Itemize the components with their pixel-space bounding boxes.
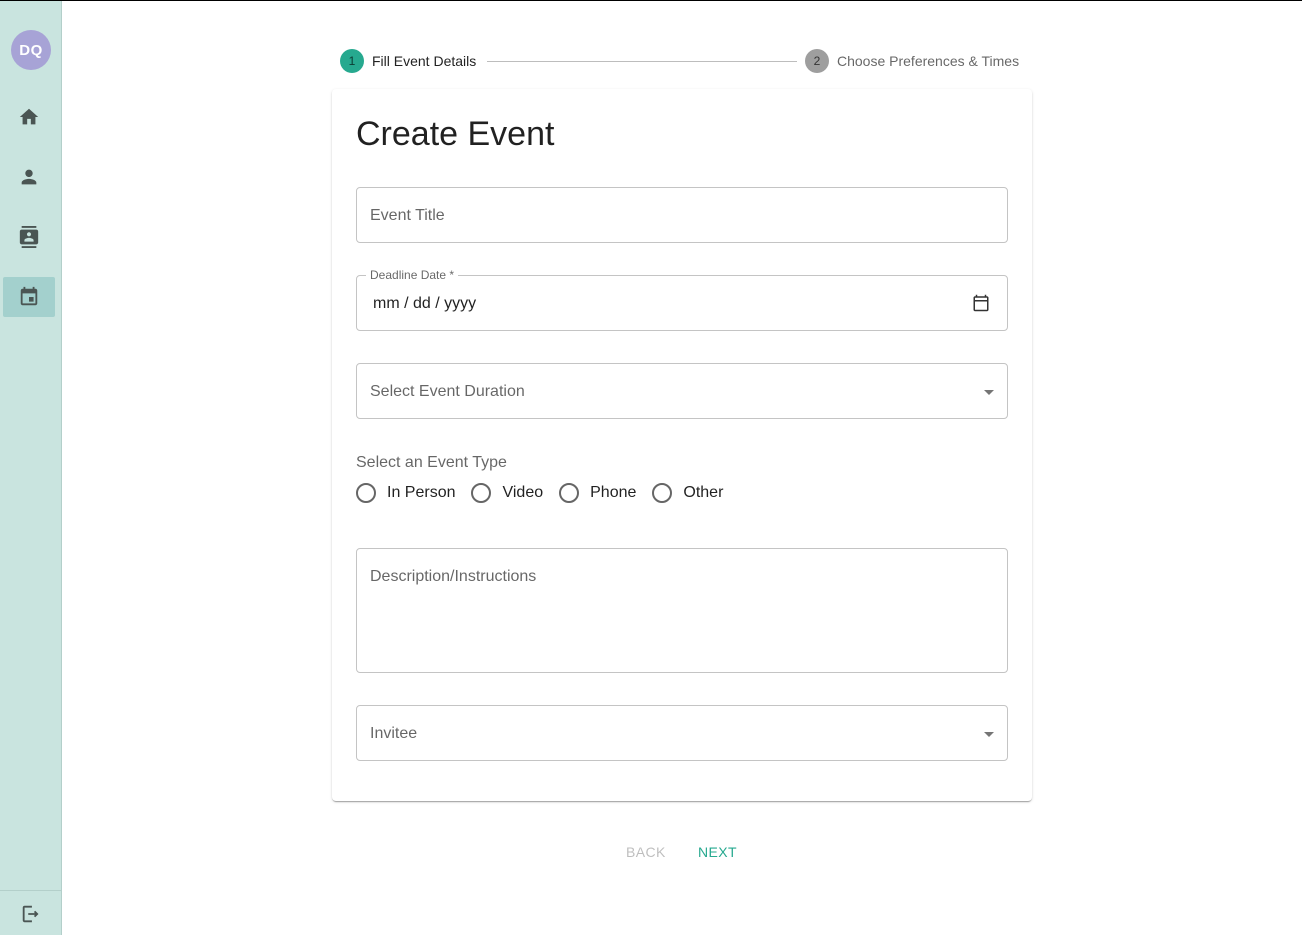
event-title-input[interactable]: Event Title [356, 187, 1008, 243]
invitee-placeholder: Invitee [370, 725, 418, 742]
deadline-date-value: mm / dd / yyyy [373, 295, 477, 312]
home-icon [19, 108, 39, 125]
chevron-down-icon [984, 390, 994, 395]
logout-button[interactable] [0, 890, 62, 935]
radio-label: Video [502, 484, 544, 501]
step-1: 1 Fill Event Details [340, 49, 476, 73]
person-icon [21, 169, 37, 185]
radio-phone[interactable]: Phone [559, 483, 636, 503]
calendar-icon[interactable] [972, 294, 990, 312]
contacts-icon [19, 226, 39, 248]
sidebar-item-profile[interactable] [3, 157, 55, 197]
radio-button[interactable] [471, 483, 492, 503]
description-textarea[interactable]: Description/Instructions [356, 548, 1008, 673]
step-number: 2 [805, 49, 829, 73]
event-duration-select[interactable]: Select Event Duration [356, 363, 1008, 419]
deadline-date-input[interactable]: Deadline Date * mm / dd / yyyy [356, 268, 1008, 331]
page-title: Create Event [356, 115, 555, 153]
create-event-card: Create Event Event Title Deadline Date *… [332, 89, 1032, 801]
radio-video[interactable]: Video [471, 483, 543, 503]
calendar-event-icon [20, 286, 38, 306]
radio-button[interactable] [559, 483, 580, 503]
top-border [0, 0, 1302, 1]
chevron-down-icon [984, 732, 994, 737]
sidebar-item-events[interactable] [3, 277, 55, 317]
step-label: Choose Preferences & Times [837, 53, 1020, 69]
radio-button[interactable] [652, 483, 673, 503]
radio-label: In Person [387, 484, 456, 501]
invitee-select[interactable]: Invitee [356, 705, 1008, 761]
radio-button[interactable] [356, 483, 376, 503]
logout-icon [22, 905, 39, 922]
radio-label: Phone [590, 484, 637, 501]
radio-label: Other [683, 484, 724, 501]
back-button[interactable]: BACK [620, 840, 672, 864]
event-type-label: Select an Event Type [356, 454, 507, 471]
sidebar: DQ [0, 1, 62, 935]
description-placeholder: Description/Instructions [370, 568, 537, 585]
event-type-radio-group: In Person Video Phone Other [356, 483, 739, 503]
event-title-placeholder: Event Title [370, 207, 445, 224]
next-button[interactable]: NEXT [692, 840, 743, 864]
avatar[interactable]: DQ [11, 30, 51, 70]
step-label: Fill Event Details [372, 53, 477, 69]
stepper: 1 Fill Event Details 2 Choose Preference… [340, 49, 1030, 75]
step-connector [487, 61, 797, 62]
deadline-date-label: Deadline Date * [366, 268, 459, 282]
radio-other[interactable]: Other [652, 483, 723, 503]
sidebar-item-contacts[interactable] [3, 217, 55, 257]
radio-in-person[interactable]: In Person [356, 483, 455, 503]
step-2: 2 Choose Preferences & Times [805, 49, 1019, 73]
sidebar-item-home[interactable] [3, 97, 55, 137]
event-duration-placeholder: Select Event Duration [370, 383, 525, 400]
step-number: 1 [340, 49, 364, 73]
